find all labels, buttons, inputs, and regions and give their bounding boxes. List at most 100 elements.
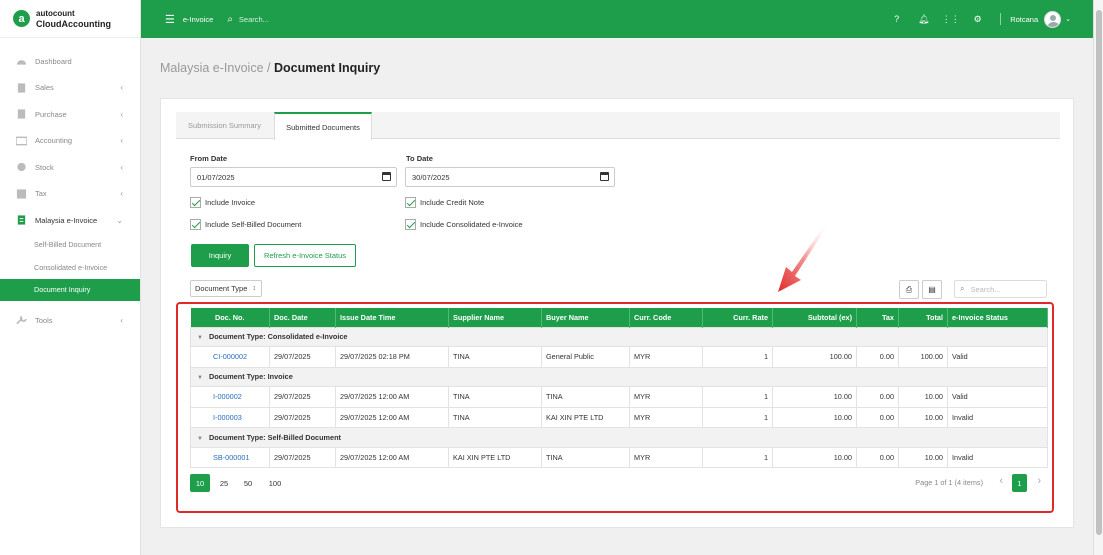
column-header[interactable]: Supplier Name [448,308,542,327]
bell-icon[interactable]: 🔔︎ [910,14,937,25]
chevron-right-icon[interactable]: › [1037,475,1041,487]
tab-submitted-documents[interactable]: Submitted Documents [274,112,372,140]
sidebar-item-purchase[interactable]: Purchase ‹ [0,101,140,128]
column-header[interactable]: Total [898,308,948,327]
calendar-icon[interactable] [600,172,609,181]
checkbox-include-self-billed[interactable]: Include Self-Billed Document [190,219,301,230]
sidebar-item-label: Purchase [35,109,67,119]
page-size-option[interactable]: 25 [214,474,234,492]
scroll-thumb[interactable] [1096,10,1102,535]
table-row[interactable]: SB-000001 29/07/2025 29/07/2025 12:00 AM… [190,446,1048,468]
sidebar: a autocount CloudAccounting Dashboard Sa… [0,0,141,555]
sort-icon[interactable]: ↕ [253,285,257,292]
from-date-label: From Date [190,154,228,163]
help-icon[interactable]: ? [883,14,910,24]
sidebar-subitem-consolidated[interactable]: Consolidated e-Invoice [0,256,140,279]
doc-no-link[interactable]: I-000002 [213,392,242,401]
checkbox-include-credit-note[interactable]: Include Credit Note [405,197,484,208]
grid-search-input[interactable]: ⌕ Search... [954,280,1047,298]
checkbox-checked-icon[interactable] [405,197,416,208]
table-row[interactable]: I-000003 29/07/2025 29/07/2025 12:00 AM … [190,406,1048,428]
table-row[interactable]: I-000002 29/07/2025 29/07/2025 12:00 AM … [190,386,1048,408]
page-number-button[interactable]: 1 [1012,474,1027,492]
inquiry-button[interactable]: Inquiry [191,244,249,267]
column-header[interactable]: Issue Date Time [335,308,449,327]
doc-no-link[interactable]: CI-000002 [213,352,247,361]
page-size-option[interactable]: 100 [263,474,287,492]
checkbox-include-invoice[interactable]: Include Invoice [190,197,255,208]
from-date-field[interactable]: 01/07/2025 [190,167,397,187]
page-size-option[interactable]: 10 [190,474,210,492]
autocount-logo-icon: a [13,10,30,27]
brand-top-text: autocount [36,8,75,18]
sidebar-item-dashboard[interactable]: Dashboard [0,48,140,75]
chevron-left-icon[interactable]: ‹ [999,475,1003,487]
column-header[interactable]: Curr. Code [629,308,703,327]
user-name[interactable]: Rotcana [1010,15,1038,24]
sidebar-subitem-self-billed[interactable]: Self-Billed Document [0,234,140,257]
global-search-input[interactable]: Search... [239,15,269,24]
chevron-down-icon[interactable]: ⌄ [1065,15,1071,23]
column-chooser-icon[interactable]: ▤ [922,280,942,299]
sidebar-item-tax[interactable]: Tax ‹ [0,181,140,208]
documents-table: Doc. No. Doc. Date Issue Date Time Suppl… [190,308,1048,468]
group-title: Document Type: Invoice [208,372,293,382]
page-size-option[interactable]: 50 [238,474,258,492]
chevron-down-icon[interactable]: ▼ [197,335,203,341]
group-row[interactable]: ▼ Document Type: Invoice [190,366,1048,387]
column-header[interactable]: Subtotal (ex) [772,308,857,327]
tab-submission-summary[interactable]: Submission Summary [176,112,273,139]
doc-no-link[interactable]: I-000003 [213,413,242,422]
gear-icon[interactable]: ⚙ [964,14,991,25]
calendar-icon[interactable] [382,172,391,181]
column-header[interactable]: Buyer Name [541,308,630,327]
table-cell: 29/07/2025 12:00 AM [335,386,449,408]
column-header[interactable]: Doc. Date [269,308,336,327]
table-cell: MYR [629,446,703,468]
search-icon[interactable]: ⌕ [227,14,233,25]
sidebar-nav: Dashboard Sales ‹ Purchase ‹ Accounting … [0,38,140,334]
einvoice-icon [16,215,27,225]
table-header-row: Doc. No. Doc. Date Issue Date Time Suppl… [190,308,1048,327]
checkbox-checked-icon[interactable] [405,219,416,230]
table-cell: KAI XIN PTE LTD [541,406,630,428]
chevron-down-icon[interactable]: ▼ [197,436,203,442]
export-excel-icon[interactable]: ⎙ [899,280,919,299]
checkbox-include-consolidated[interactable]: Include Consolidated e-Invoice [405,219,523,230]
group-by-chip[interactable]: Document Type ↕ [190,280,262,297]
column-header[interactable]: Curr. Rate [702,308,773,327]
to-date-field[interactable]: 30/07/2025 [405,167,615,187]
group-row[interactable]: ▼ Document Type: Self-Billed Document [190,427,1048,448]
dashboard-icon [16,56,27,66]
column-header[interactable]: Doc. No. [190,308,270,327]
menu-icon[interactable]: ☰ [165,13,175,26]
brand[interactable]: a autocount CloudAccounting [0,0,140,38]
column-header[interactable]: e-Invoice Status [947,308,1048,327]
group-title: Document Type: Consolidated e-Invoice [208,332,348,342]
table-cell: 1 [702,406,773,428]
purchase-icon [16,109,27,119]
checkbox-checked-icon[interactable] [190,197,201,208]
table-row[interactable]: CI-000002 29/07/2025 29/07/2025 02:18 PM… [190,346,1048,368]
sidebar-item-accounting[interactable]: Accounting ‹ [0,128,140,155]
sidebar-item-tools[interactable]: Tools ‹ [0,307,140,334]
checkbox-checked-icon[interactable] [190,219,201,230]
breadcrumb-parent[interactable]: Malaysia e-Invoice / [160,61,270,75]
table-cell: 1 [702,386,773,408]
sidebar-item-stock[interactable]: Stock ‹ [0,154,140,181]
page-title: Document Inquiry [273,61,381,75]
column-header[interactable]: Tax [856,308,899,327]
apps-grid-icon[interactable]: ⋮⋮ [937,14,964,25]
sidebar-item-sales[interactable]: Sales ‹ [0,75,140,102]
refresh-status-button[interactable]: Refresh e-Invoice Status [254,244,356,267]
doc-no-link[interactable]: SB-000001 [213,453,250,462]
page-scrollbar[interactable] [1093,0,1103,555]
sidebar-item-malaysia-einvoice[interactable]: Malaysia e-Invoice ⌄ [0,207,140,234]
chevron-down-icon[interactable]: ▼ [197,375,203,381]
tools-icon [16,315,27,325]
avatar[interactable] [1044,10,1062,28]
sidebar-subitem-document-inquiry[interactable]: Document Inquiry [0,278,140,301]
checkbox-label: Include Self-Billed Document [205,220,302,229]
group-row[interactable]: ▼ Document Type: Consolidated e-Invoice [190,326,1048,347]
table-cell: 1 [702,446,773,468]
